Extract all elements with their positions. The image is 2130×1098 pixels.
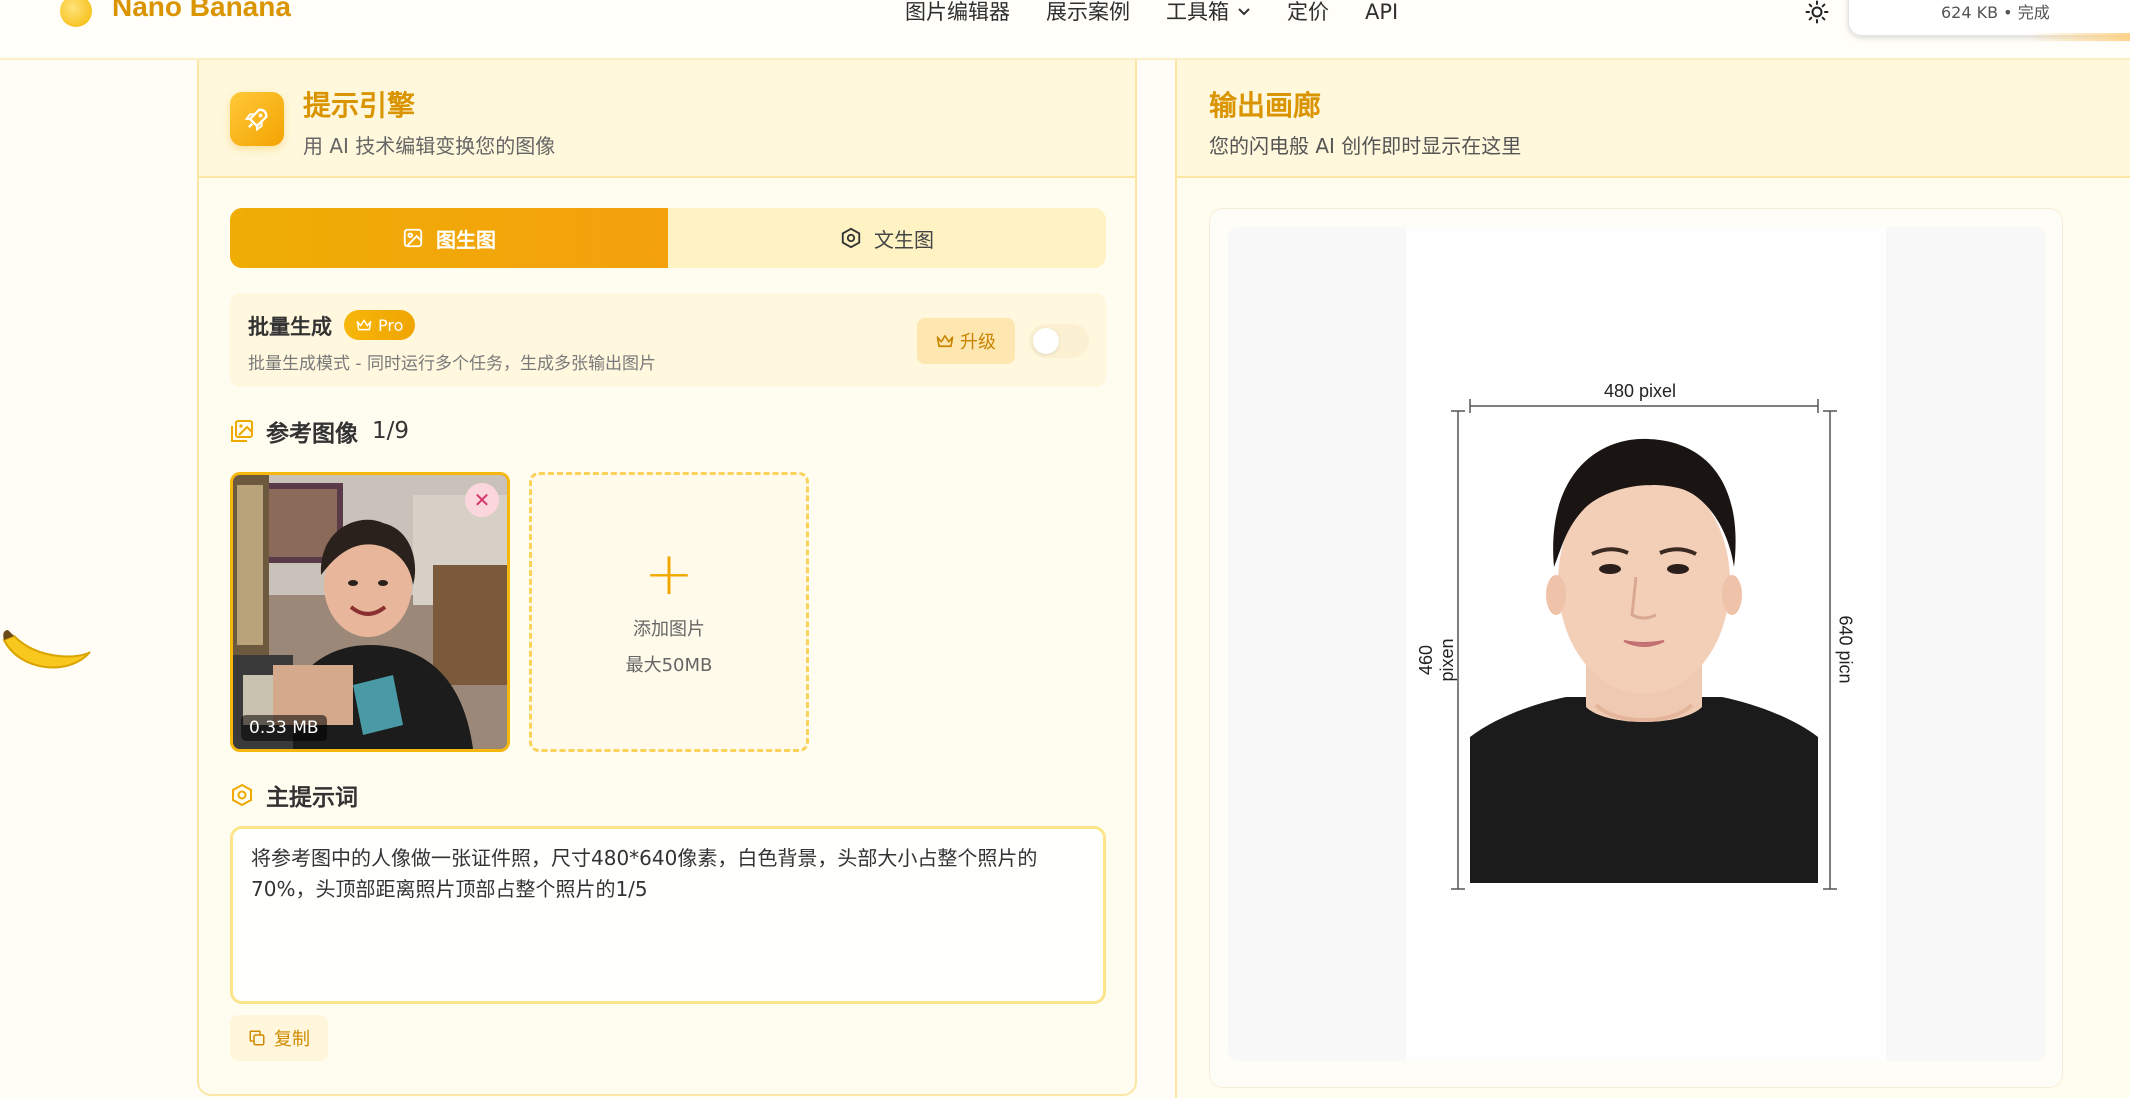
tab-image-to-image[interactable]: 图生图: [230, 208, 668, 268]
batch-generation-box: 批量生成 Pro 批量生成模式 - 同时运行多个任务，生成多张输出图片 升级: [230, 293, 1106, 387]
upgrade-button[interactable]: 升级: [917, 318, 1015, 364]
panel-header: 提示引擎 用 AI 技术编辑变换您的图像: [199, 60, 1135, 178]
remove-image-button[interactable]: ✕: [465, 483, 499, 517]
dimension-label-top: 480 pixel: [1604, 381, 1677, 401]
image-icon: [403, 228, 423, 248]
nav-label: 定价: [1287, 0, 1329, 24]
nav-label: API: [1365, 0, 1399, 24]
nav-label: 工具箱: [1166, 0, 1229, 24]
reference-thumbnail[interactable]: ✕ 0.33 MB: [230, 472, 510, 752]
nav-pricing[interactable]: 定价: [1287, 0, 1329, 24]
dimension-label-left: 460 pixen: [1416, 638, 1457, 682]
gallery-title: 输出画廊: [1209, 89, 1322, 122]
prompt-engine-panel: 提示引擎 用 AI 技术编辑变换您的图像 图生图 文生图 批量生成 Pro 批量…: [197, 60, 1137, 1096]
hexagon-icon: [232, 783, 252, 807]
crown-icon: [356, 319, 372, 331]
main-nav: 图片编辑器 展示案例 工具箱 定价 API: [905, 0, 1434, 24]
reference-title: 参考图像: [266, 421, 358, 447]
id-photo-illustration: [1451, 399, 1837, 890]
download-status: 624 KB • 完成: [1941, 3, 2050, 22]
nav-toolbox[interactable]: 工具箱: [1166, 0, 1251, 24]
gallery-subtitle: 您的闪电般 AI 创作即时显示在这里: [1209, 134, 1522, 158]
output-gallery-panel: 输出画廊 您的闪电般 AI 创作即时显示在这里 480 pixel 460 pi…: [1175, 60, 2130, 1098]
batch-title: 批量生成: [248, 315, 332, 339]
panel-subtitle: 用 AI 技术编辑变换您的图像: [303, 134, 556, 158]
batch-description: 批量生成模式 - 同时运行多个任务，生成多张输出图片: [248, 354, 656, 374]
banana-icon: [2, 630, 91, 669]
sun-icon[interactable]: [1805, 0, 1829, 24]
banana-coin-icon: [60, 0, 92, 27]
prompt-title: 主提示词: [266, 785, 358, 811]
nav-api[interactable]: API: [1365, 0, 1398, 24]
tab-label: 文生图: [874, 227, 934, 252]
mode-tabs: 图生图 文生图: [230, 208, 1106, 268]
tab-text-to-image[interactable]: 文生图: [668, 208, 1106, 268]
reference-count: 1/9: [372, 418, 410, 444]
batch-toggle[interactable]: [1029, 324, 1089, 358]
output-image-canvas[interactable]: 480 pixel 460 pixen 640 picn: [1228, 227, 2046, 1061]
add-image-max-size: 最大50MB: [625, 655, 713, 676]
download-progress-bar: [2027, 33, 2130, 41]
panel-title: 提示引擎: [303, 89, 416, 122]
output-image[interactable]: 480 pixel 460 pixen 640 picn: [1406, 227, 1886, 1061]
reference-header: 参考图像 1/9: [230, 414, 409, 448]
nav-label: 展示案例: [1046, 0, 1130, 24]
rocket-icon: [230, 92, 284, 146]
copy-icon: [249, 1030, 265, 1046]
nav-label: 图片编辑器: [905, 0, 1010, 24]
tab-label: 图生图: [436, 227, 496, 252]
panel-header: 输出画廊 您的闪电般 AI 创作即时显示在这里: [1177, 60, 2130, 178]
chevron-down-icon: [1238, 8, 1250, 16]
pro-badge-label: Pro: [378, 315, 404, 335]
upgrade-label: 升级: [960, 332, 996, 353]
hexagon-icon: [841, 227, 861, 249]
brand-name[interactable]: Nano Banana: [112, 0, 291, 23]
pro-badge: Pro: [344, 310, 416, 340]
dimension-label-right: 640 picn: [1835, 615, 1856, 684]
add-image-label: 添加图片: [633, 619, 705, 640]
add-image-dropzone[interactable]: + 添加图片 最大50MB: [529, 472, 809, 752]
download-toast[interactable]: 624 KB • 完成: [1848, 0, 2130, 41]
prompt-textarea[interactable]: 将参考图中的人像做一张证件照，尺寸480*640像素，白色背景，头部大小占整个照…: [230, 826, 1106, 1004]
image-size-label: 0.33 MB: [241, 715, 327, 741]
prompt-header: 主提示词: [230, 778, 358, 812]
brand[interactable]: Nano Banana: [60, 0, 291, 28]
crown-icon: [936, 334, 954, 348]
reference-photo: [233, 475, 507, 749]
nav-showcase[interactable]: 展示案例: [1046, 0, 1130, 24]
output-image-frame: 480 pixel 460 pixen 640 picn: [1209, 208, 2063, 1088]
top-navbar: Nano Banana 图片编辑器 展示案例 工具箱 定价 API 624 KB…: [0, 0, 2130, 60]
copy-label: 复制: [274, 1029, 310, 1050]
nav-image-editor[interactable]: 图片编辑器: [905, 0, 1010, 24]
copy-button[interactable]: 复制: [230, 1015, 328, 1061]
images-icon: [231, 420, 253, 442]
plus-icon: +: [643, 539, 695, 609]
